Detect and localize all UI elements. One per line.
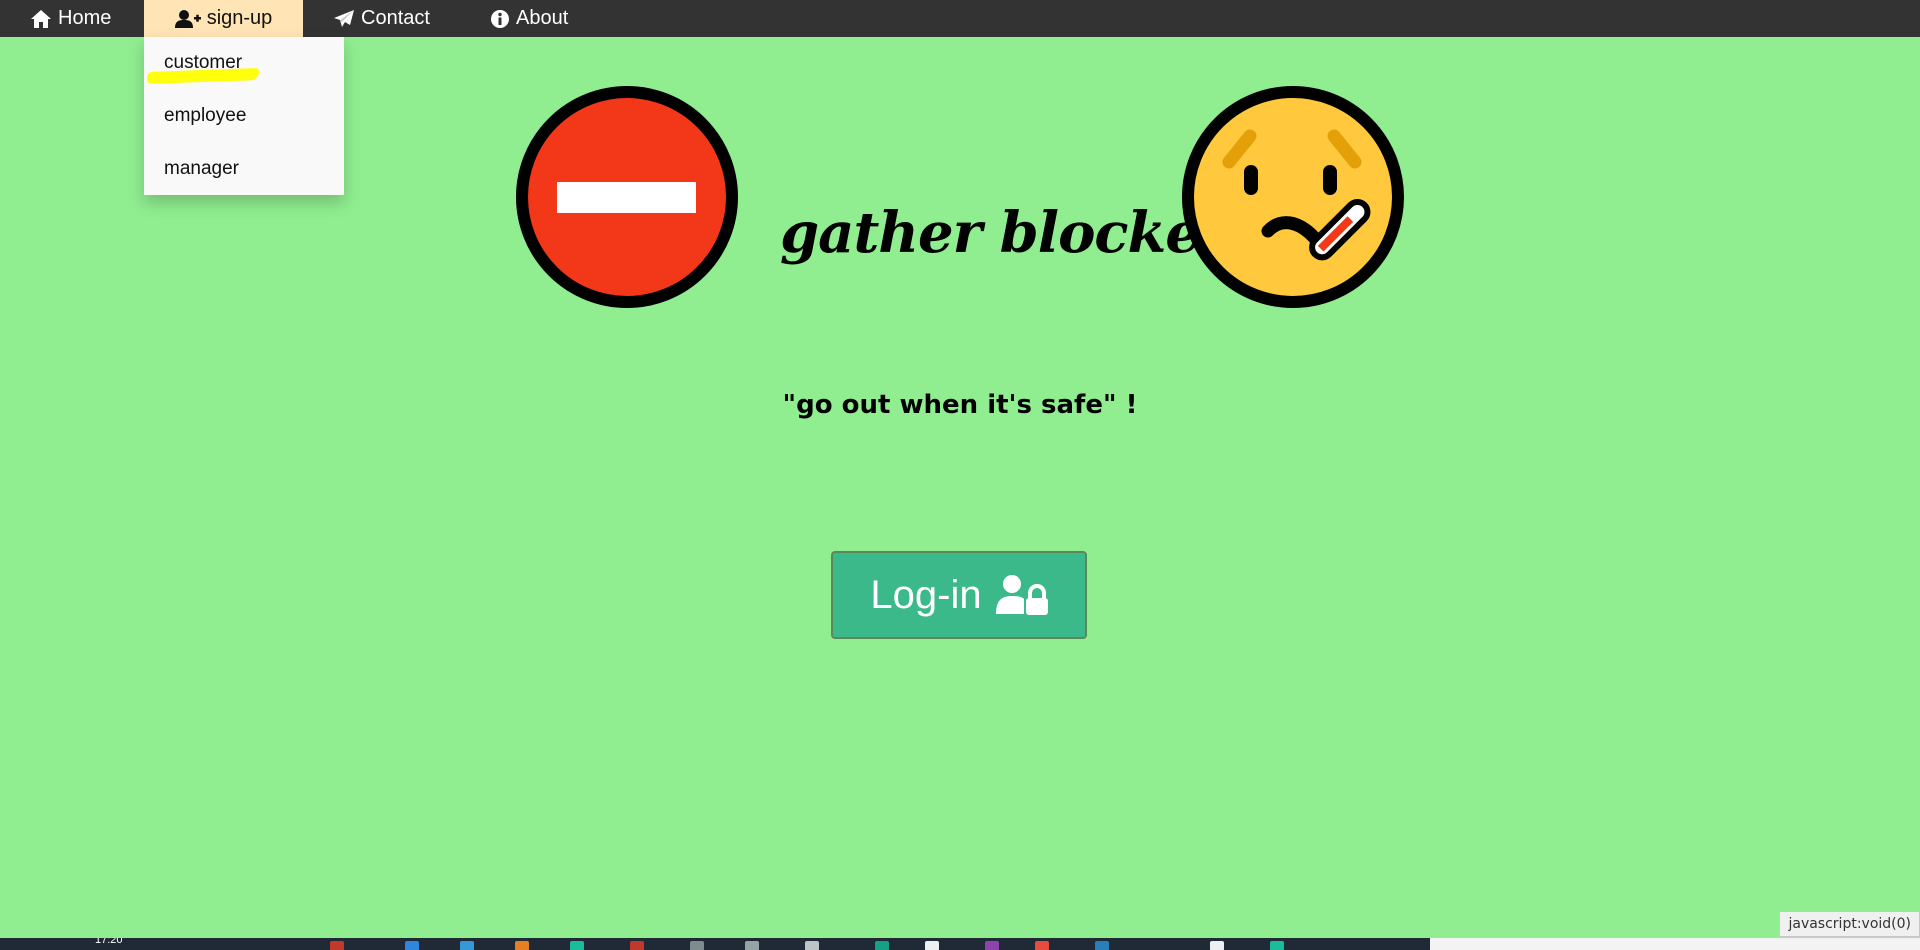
login-button-label: Log-in (870, 572, 982, 617)
taskbar-app-icon[interactable] (745, 941, 759, 950)
paper-plane-icon (334, 9, 354, 27)
taskbar-app-icon[interactable] (330, 941, 344, 950)
nav-about-label: About (516, 7, 569, 29)
nav-contact-link[interactable]: Contact (333, 0, 430, 37)
taskbar-clock: 17:20 (95, 938, 123, 946)
taskbar-app-icon[interactable] (515, 941, 529, 950)
taskbar-app-icon[interactable] (985, 941, 999, 950)
taskbar-app-icon[interactable] (1210, 941, 1224, 950)
nav-contact-label: Contact (361, 7, 430, 29)
nav-home-label: Home (58, 7, 112, 29)
login-button[interactable]: Log-in (831, 551, 1087, 639)
user-lock-icon (995, 575, 1048, 615)
taskbar-app-icon[interactable] (570, 941, 584, 950)
taskbar-app-icon[interactable] (630, 941, 644, 950)
page-title: gather blocker (780, 200, 1229, 266)
taskbar-app-icon[interactable] (1270, 941, 1284, 950)
dropdown-item-manager[interactable]: manager (164, 158, 239, 180)
status-bar-url: javascript:void(0) (1779, 911, 1920, 937)
taskbar-app-icon[interactable] (1095, 941, 1109, 950)
taskbar-app-icon[interactable] (460, 941, 474, 950)
top-navbar: Home sign-up Contact About (0, 0, 1920, 37)
os-taskbar: 17:20 (0, 938, 1920, 950)
nav-signup-label: sign-up (206, 7, 273, 29)
tagline: "go out when it's safe" ! (782, 390, 1138, 420)
taskbar-app-icon[interactable] (690, 941, 704, 950)
taskbar-app-icon[interactable] (925, 941, 939, 950)
home-icon (31, 9, 51, 28)
taskbar-tray-area (1430, 938, 1920, 950)
signup-dropdown-menu: customer employee manager (144, 37, 344, 195)
nav-home-link[interactable]: Home (30, 0, 111, 37)
taskbar-app-icon[interactable] (875, 941, 889, 950)
user-plus-icon (174, 9, 201, 28)
face-with-thermometer-icon (1182, 86, 1404, 308)
nav-about-link[interactable]: About (490, 0, 568, 37)
dropdown-item-customer[interactable]: customer (164, 52, 242, 74)
dropdown-item-employee[interactable]: employee (164, 105, 246, 127)
no-entry-icon (516, 86, 738, 308)
info-circle-icon (491, 9, 509, 28)
nav-signup-link[interactable]: sign-up (144, 0, 303, 37)
taskbar-app-icon[interactable] (1035, 941, 1049, 950)
taskbar-app-icon[interactable] (805, 941, 819, 950)
taskbar-app-icon[interactable] (405, 941, 419, 950)
